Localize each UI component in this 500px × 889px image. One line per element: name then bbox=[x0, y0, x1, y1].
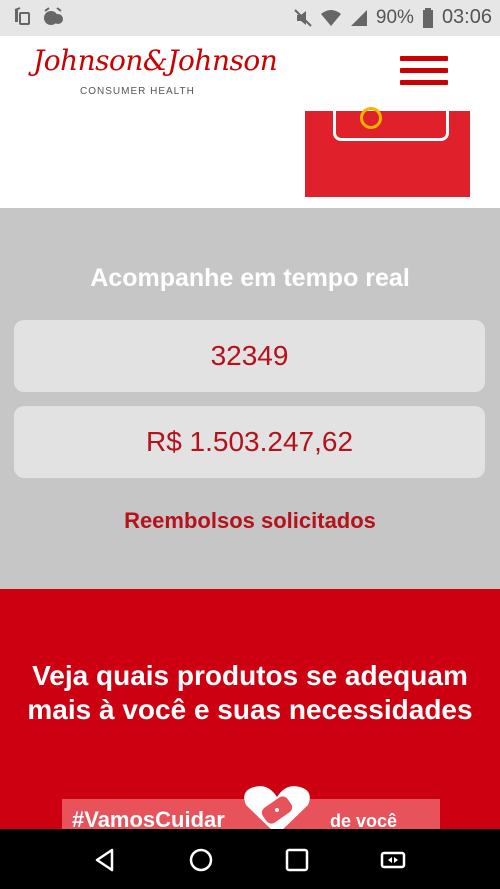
refund-count-box: 32349 bbox=[14, 320, 485, 392]
back-icon[interactable] bbox=[88, 843, 122, 877]
alarm-icon bbox=[44, 7, 63, 25]
brand-logo[interactable]: Johnson&Johnson bbox=[33, 44, 278, 77]
home-icon[interactable] bbox=[184, 843, 218, 877]
wifi-icon bbox=[320, 9, 341, 26]
status-bar: 90% 03:06 bbox=[0, 0, 500, 36]
battery-percentage: 90% bbox=[375, 6, 414, 28]
refund-amount-box: R$ 1.503.247,62 bbox=[14, 406, 485, 478]
refund-amount: R$ 1.503.247,62 bbox=[145, 426, 354, 457]
wireless-charging-icon bbox=[14, 7, 30, 25]
signal-icon bbox=[350, 9, 367, 26]
mute-icon bbox=[294, 8, 312, 27]
coin-graphic bbox=[360, 107, 382, 129]
brand-subtitle: CONSUMER HEALTH bbox=[80, 86, 195, 97]
rotate-icon[interactable] bbox=[376, 843, 410, 877]
card-graphic bbox=[333, 99, 449, 141]
promo-image bbox=[305, 99, 470, 197]
battery-icon bbox=[422, 7, 433, 28]
tracker-heading: Acompanhe em tempo real bbox=[90, 264, 410, 292]
clock: 03:06 bbox=[441, 6, 492, 28]
tracker-section: Acompanhe em tempo real 32349 R$ 1.503.2… bbox=[0, 208, 500, 589]
products-section: Veja quais produtos se adequam mais à vo… bbox=[0, 589, 500, 839]
recents-icon[interactable] bbox=[280, 843, 314, 877]
hamburger-menu-icon[interactable] bbox=[400, 56, 448, 90]
android-nav-bar bbox=[0, 829, 500, 889]
site-header: Johnson&Johnson CONSUMER HEALTH bbox=[0, 36, 500, 208]
refund-caption: Reembolsos solicitados bbox=[124, 508, 376, 533]
refund-count: 32349 bbox=[210, 340, 289, 371]
products-heading: Veja quais produtos se adequam mais à vo… bbox=[27, 660, 473, 725]
